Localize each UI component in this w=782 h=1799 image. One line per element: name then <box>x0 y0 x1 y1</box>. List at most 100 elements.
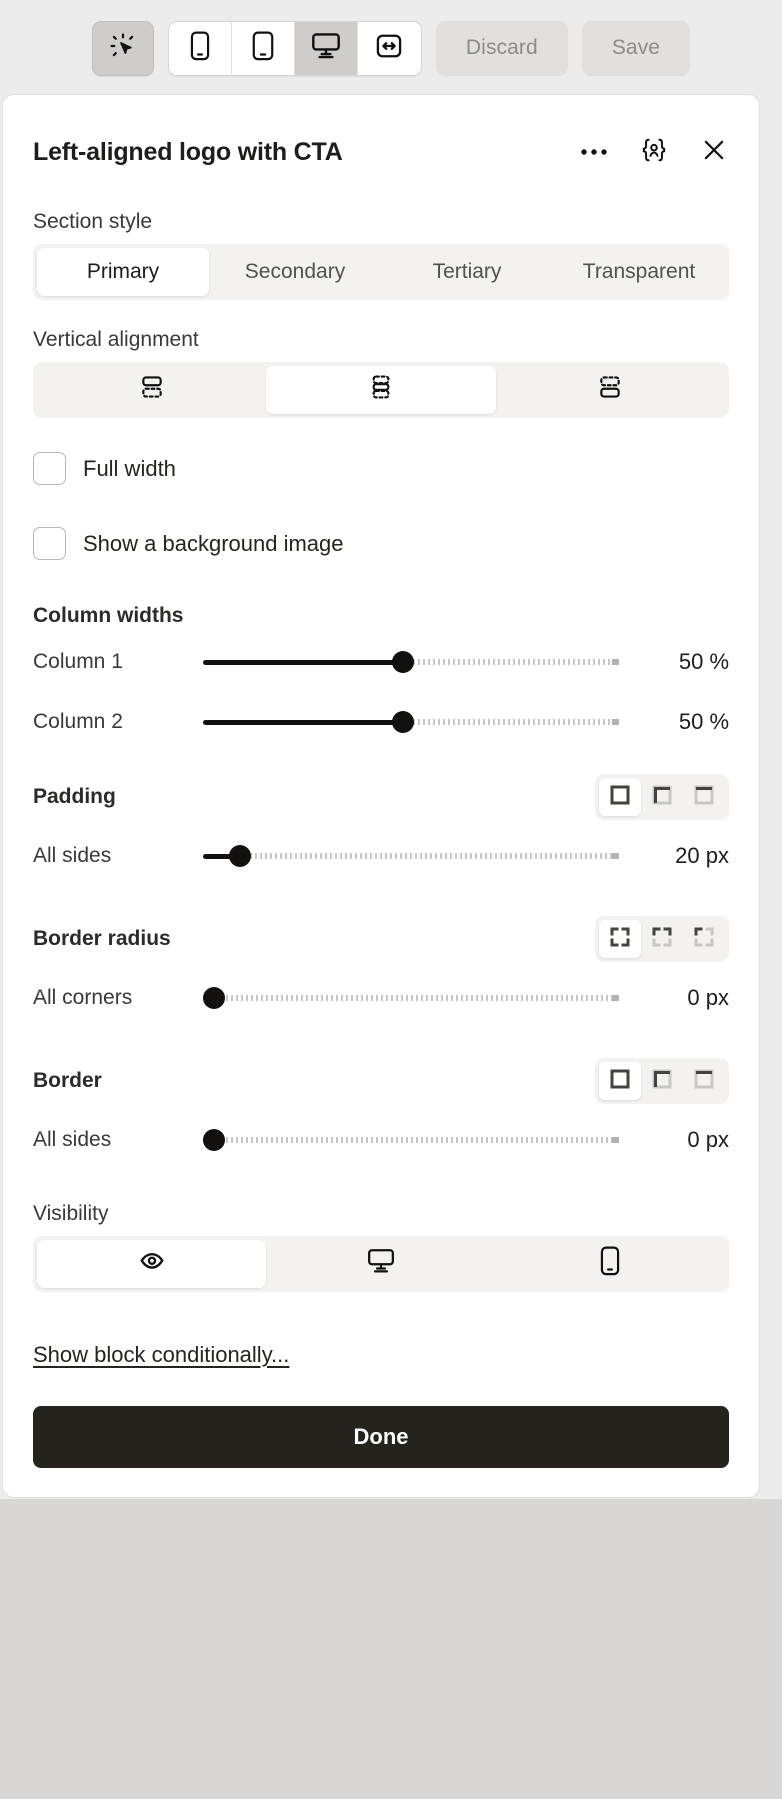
desktop-icon <box>367 1248 395 1280</box>
padding-mode-symmetric[interactable] <box>641 778 683 816</box>
padding-mode-individual[interactable] <box>683 778 725 816</box>
background-image-checkbox-row[interactable]: Show a background image <box>33 527 729 560</box>
visibility-option-always[interactable] <box>37 1240 267 1288</box>
bottom-background-strip <box>0 1499 782 1799</box>
background-image-label: Show a background image <box>83 530 344 556</box>
padding-header: Padding <box>33 774 729 820</box>
border-all-sides-row: All sides 0 px <box>33 1118 729 1162</box>
padding-all-sides-row: All sides 20 px <box>33 834 729 878</box>
padding-all-sides-label: All sides <box>33 844 112 867</box>
mobile-icon <box>189 31 211 66</box>
padding-mode-group <box>595 774 729 820</box>
device-btn-desktop[interactable] <box>294 21 358 75</box>
device-btn-mobile[interactable] <box>168 21 232 75</box>
block-settings-panel: Left-aligned logo with CTA Section style… <box>2 94 760 1498</box>
column-1-slider-row: Column 1 50 % <box>33 640 729 684</box>
border-radius-all-corners-row: All corners 0 px <box>33 976 729 1020</box>
border-title: Border <box>33 1069 102 1092</box>
section-style-option-primary[interactable]: Primary <box>37 248 209 296</box>
padding-all-sides-slider[interactable] <box>203 845 619 867</box>
border-mode-symmetric[interactable] <box>641 1062 683 1100</box>
border-header: Border <box>33 1058 729 1104</box>
visibility-label: Visibility <box>33 1202 109 1225</box>
full-width-checkbox-row[interactable]: Full width <box>33 452 729 485</box>
column-2-label: Column 2 <box>33 710 123 733</box>
all-sides-icon <box>609 784 631 811</box>
align-top-icon <box>139 374 165 406</box>
section-style-segmented: Primary Secondary Tertiary Transparent <box>33 244 729 300</box>
vertical-alignment-segmented <box>33 362 729 418</box>
desktop-icon <box>311 32 341 65</box>
personalization-button[interactable] <box>639 138 669 168</box>
visibility-option-mobile[interactable] <box>496 1240 725 1288</box>
border-radius-mode-individual[interactable] <box>683 920 725 958</box>
full-width-label: Full width <box>83 455 176 481</box>
section-style-label: Section style <box>33 210 153 233</box>
vertical-alignment-label: Vertical alignment <box>33 328 199 351</box>
page-title: Left-aligned logo with CTA <box>33 138 343 166</box>
section-style-option-transparent[interactable]: Transparent <box>553 248 725 296</box>
vertical-align-top-button[interactable] <box>37 366 266 414</box>
full-width-checkbox[interactable] <box>33 452 66 485</box>
all-sides-icon <box>609 1068 631 1095</box>
symmetric-sides-icon <box>651 1068 673 1095</box>
column-2-value: 50 % <box>678 709 729 734</box>
border-radius-mode-symmetric[interactable] <box>641 920 683 958</box>
column-1-label: Column 1 <box>33 650 123 673</box>
border-radius-header: Border radius <box>33 916 729 962</box>
border-radius-mode-all-corners[interactable] <box>599 920 641 958</box>
cursor-click-tool-button[interactable] <box>91 20 154 76</box>
section-style-option-secondary[interactable]: Secondary <box>209 248 381 296</box>
border-mode-group <box>595 1058 729 1104</box>
personalize-icon <box>640 136 668 169</box>
column-1-slider[interactable] <box>203 651 619 673</box>
page-root: Discard Save Left-aligned logo with CTA <box>0 0 782 1799</box>
column-2-slider-row: Column 2 50 % <box>33 700 729 744</box>
cursor-click-icon <box>109 32 137 65</box>
device-btn-tablet[interactable] <box>231 21 295 75</box>
device-btn-responsive[interactable] <box>357 21 421 75</box>
section-style-option-tertiary[interactable]: Tertiary <box>381 248 553 296</box>
column-2-slider[interactable] <box>203 711 619 733</box>
symmetric-corners-icon <box>651 926 673 953</box>
panel-body: Section style Primary Secondary Tertiary… <box>3 210 759 1468</box>
done-button[interactable]: Done <box>33 1406 729 1468</box>
more-options-button[interactable] <box>579 138 609 168</box>
symmetric-sides-icon <box>651 784 673 811</box>
background-image-checkbox[interactable] <box>33 527 66 560</box>
save-button[interactable]: Save <box>581 20 691 76</box>
visibility-option-desktop[interactable] <box>266 1240 495 1288</box>
visibility-segmented <box>33 1236 729 1292</box>
align-bottom-icon <box>597 374 623 406</box>
top-toolbar: Discard Save <box>0 0 782 96</box>
close-button[interactable] <box>699 138 729 168</box>
border-all-sides-value: 0 px <box>687 1127 729 1152</box>
individual-sides-icon <box>693 784 715 811</box>
padding-all-sides-value: 20 px <box>675 843 729 868</box>
all-corners-icon <box>609 926 631 953</box>
padding-title: Padding <box>33 785 116 808</box>
column-1-value: 50 % <box>678 649 729 674</box>
discard-button[interactable]: Discard <box>435 20 568 76</box>
individual-corners-icon <box>693 926 715 953</box>
border-radius-all-corners-value: 0 px <box>687 985 729 1010</box>
border-mode-all-sides[interactable] <box>599 1062 641 1100</box>
vertical-align-bottom-button[interactable] <box>496 366 725 414</box>
border-radius-all-corners-label: All corners <box>33 986 133 1009</box>
eye-icon <box>138 1247 166 1281</box>
ellipsis-icon <box>580 144 608 162</box>
close-icon <box>701 137 727 168</box>
panel-header-actions <box>579 138 729 168</box>
align-middle-icon <box>368 374 394 406</box>
border-all-sides-label: All sides <box>33 1128 112 1151</box>
show-block-conditionally-link[interactable]: Show block conditionally... <box>33 1342 289 1367</box>
border-radius-mode-group <box>595 916 729 962</box>
vertical-align-middle-button[interactable] <box>266 366 496 414</box>
mobile-icon <box>599 1246 621 1282</box>
column-widths-title: Column widths <box>33 604 184 627</box>
device-preview-group <box>167 20 422 76</box>
padding-mode-all-sides[interactable] <box>599 778 641 816</box>
border-all-sides-slider[interactable] <box>203 1129 619 1151</box>
border-mode-individual[interactable] <box>683 1062 725 1100</box>
border-radius-all-corners-slider[interactable] <box>203 987 619 1009</box>
